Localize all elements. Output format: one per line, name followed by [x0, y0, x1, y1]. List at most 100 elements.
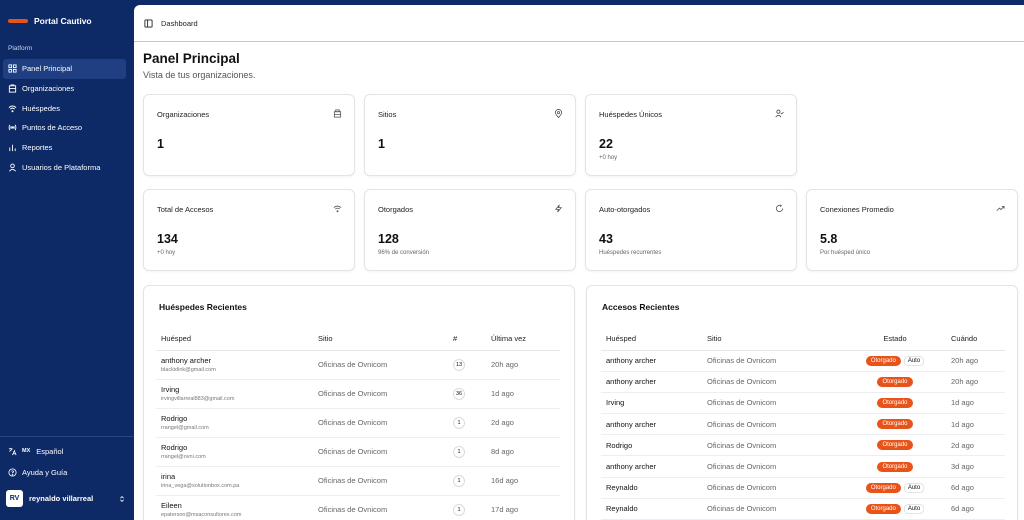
column-header: # — [453, 328, 481, 351]
language-item[interactable]: MX Español — [3, 441, 126, 461]
language-selector[interactable]: MX Español — [3, 441, 126, 461]
stat-card-huespedes-unicos: Huéspedes Únicos 22 +0 hoy — [585, 94, 797, 176]
stat-card-sitios: Sitios 1 — [364, 94, 576, 176]
table-row[interactable]: anthony archer Oficinas de Ovnicom Otorgad… — [601, 350, 1005, 372]
when-cell: 6d ago — [941, 498, 1005, 520]
guest-cell: irina irina_vega@solutionbox.com.pa — [156, 466, 318, 496]
visit-count-badge: 36 — [453, 387, 466, 400]
table-header-row: Huésped Sitio # Última vez — [156, 328, 560, 351]
guest-cell: anthony archer blackidink@gmail.com — [156, 350, 318, 380]
building-icon — [8, 84, 17, 93]
brand[interactable]: Portal Cautivo — [8, 16, 92, 26]
table-row[interactable]: Rodrigo rrangel@ovni.com Oficinas de Ovnic… — [156, 437, 560, 467]
guest-name: Rodrigo — [601, 434, 707, 457]
table-row[interactable]: anthony archer Oficinas de Ovnicom Otorgad… — [601, 455, 1005, 478]
help-circle-icon — [8, 467, 17, 477]
stat-value: 5.8 — [820, 232, 838, 246]
stat-label: Conexiones Promedio — [820, 205, 894, 214]
guest-name: irina — [161, 472, 176, 481]
sidebar-item-label: Panel Principal — [22, 64, 73, 74]
guest-name: Reynaldo — [601, 477, 707, 499]
table-row[interactable]: anthony archer blackidink@gmail.com Oficin… — [156, 350, 560, 380]
table-row[interactable]: Eileen epaterson@msaconsultores.com Oficin… — [156, 495, 560, 520]
site-cell: Oficinas de Ovnicom — [318, 495, 453, 520]
sidebar-item-puntos-de-acceso[interactable]: Puntos de Acceso — [3, 118, 126, 138]
site-cell: Oficinas de Ovnicom — [318, 408, 453, 438]
count-cell: 13 — [453, 350, 481, 380]
site-cell: Oficinas de Ovnicom — [707, 371, 849, 393]
help-item[interactable]: Ayuda y Guía — [3, 462, 126, 482]
table-row[interactable]: anthony archer Oficinas de Ovnicom Otorgad… — [601, 413, 1005, 436]
column-header: Última vez — [481, 328, 560, 351]
status-cell: Otorgado Auto — [849, 350, 941, 372]
table-row[interactable]: Irving irvingvillarreal883@gmail.com Ofici… — [156, 379, 560, 409]
header: Dashboard — [134, 5, 1024, 42]
avatar: RV — [6, 490, 23, 507]
status-cell: Otorgado — [849, 413, 941, 436]
sidebar-item-organizaciones[interactable]: Organizaciones — [3, 79, 126, 99]
guest-email: irvingvillarreal883@gmail.com — [161, 396, 235, 402]
guest-cell: Rodrigo rrangel@gmail.com — [156, 408, 318, 438]
sidebar-item-panel-principal[interactable]: Panel Principal — [3, 59, 126, 79]
sidebar-item-huespedes[interactable]: Huéspedes — [3, 98, 126, 118]
status-cell: Otorgado — [849, 371, 941, 393]
help-link[interactable]: Ayuda y Guía — [3, 462, 126, 482]
auto-badge: Auto — [903, 355, 925, 366]
when-cell: 1d ago — [941, 413, 1005, 436]
visit-count-badge: 1 — [453, 445, 465, 458]
guest-name: Rodrigo — [161, 443, 188, 452]
stat-label: Otorgados — [378, 205, 414, 214]
visit-count-badge: 13 — [453, 358, 466, 371]
stat-value: 134 — [157, 232, 178, 246]
table-row[interactable]: Reynaldo Oficinas de Ovnicom Otorgado Auto 6… — [601, 477, 1005, 499]
visit-count-badge: 1 — [453, 503, 465, 516]
when-cell: 1d ago — [941, 392, 1005, 415]
user-menu[interactable]: RV reynaldo villarreal — [6, 488, 126, 509]
breadcrumb[interactable]: Dashboard — [161, 19, 198, 28]
when-cell: 2d ago — [941, 434, 1005, 457]
sidebar-item-reportes[interactable]: Reportes — [3, 138, 126, 158]
stat-value: 43 — [599, 232, 613, 246]
user-check-icon — [775, 109, 784, 118]
sidebar-item-label: Huéspedes — [22, 103, 60, 113]
status-badge: Otorgado — [877, 440, 913, 451]
site-cell: Oficinas de Ovnicom — [318, 350, 453, 380]
site-cell: Oficinas de Ovnicom — [707, 455, 849, 478]
when-cell: 3d ago — [941, 455, 1005, 478]
sidebar-item-label: Usuarios de Plataforma — [22, 162, 101, 172]
stat-sub: Huéspedes recurrentes — [599, 250, 662, 256]
brand-logo — [8, 19, 28, 23]
guest-name: anthony archer — [601, 371, 707, 393]
site-cell: Oficinas de Ovnicom — [318, 466, 453, 496]
help-label: Ayuda y Guía — [22, 467, 68, 477]
guest-name: anthony archer — [161, 356, 212, 365]
chevrons-up-down-icon — [120, 495, 124, 502]
last-seen-cell: 17d ago — [481, 495, 560, 520]
table-row[interactable]: anthony archer Oficinas de Ovnicom Otorgad… — [601, 371, 1005, 393]
guest-name: anthony archer — [601, 413, 707, 436]
sidebar-toggle-icon[interactable] — [144, 18, 153, 28]
brand-name: Portal Cautivo — [34, 16, 92, 26]
language-label: Español — [36, 446, 64, 456]
stat-sub: Por huésped único — [820, 250, 871, 256]
count-cell: 1 — [453, 408, 481, 438]
stat-label: Sitios — [378, 110, 397, 119]
refresh-icon — [775, 204, 784, 212]
guest-email: blackidink@gmail.com — [161, 367, 216, 373]
column-header: Huésped — [601, 328, 707, 351]
table-row[interactable]: Rodrigo rrangel@gmail.com Oficinas de Ovni… — [156, 408, 560, 438]
stat-value: 128 — [378, 232, 399, 246]
guest-name: Irving — [161, 385, 180, 394]
sidebar-item-usuarios-de-plataforma[interactable]: Usuarios de Plataforma — [3, 157, 126, 177]
column-header: Huésped — [156, 328, 318, 351]
page-subtitle: Vista de tus organizaciones. — [143, 70, 256, 80]
column-header: Estado — [849, 328, 941, 351]
table-row[interactable]: Rodrigo Oficinas de Ovnicom Otorgado 2d ago — [601, 434, 1005, 457]
guest-name: Irving — [601, 392, 707, 415]
guest-email: epaterson@msaconsultores.com — [161, 512, 242, 518]
table-row[interactable]: Irving Oficinas de Ovnicom Otorgado 1d ago — [601, 392, 1005, 415]
wifi-icon — [8, 105, 17, 112]
when-cell: 20h ago — [941, 350, 1005, 372]
table-row[interactable]: Reynaldo Oficinas de Ovnicom Otorgado Auto 6… — [601, 498, 1005, 520]
table-row[interactable]: irina irina_vega@solutionbox.com.pa Oficin… — [156, 466, 560, 496]
